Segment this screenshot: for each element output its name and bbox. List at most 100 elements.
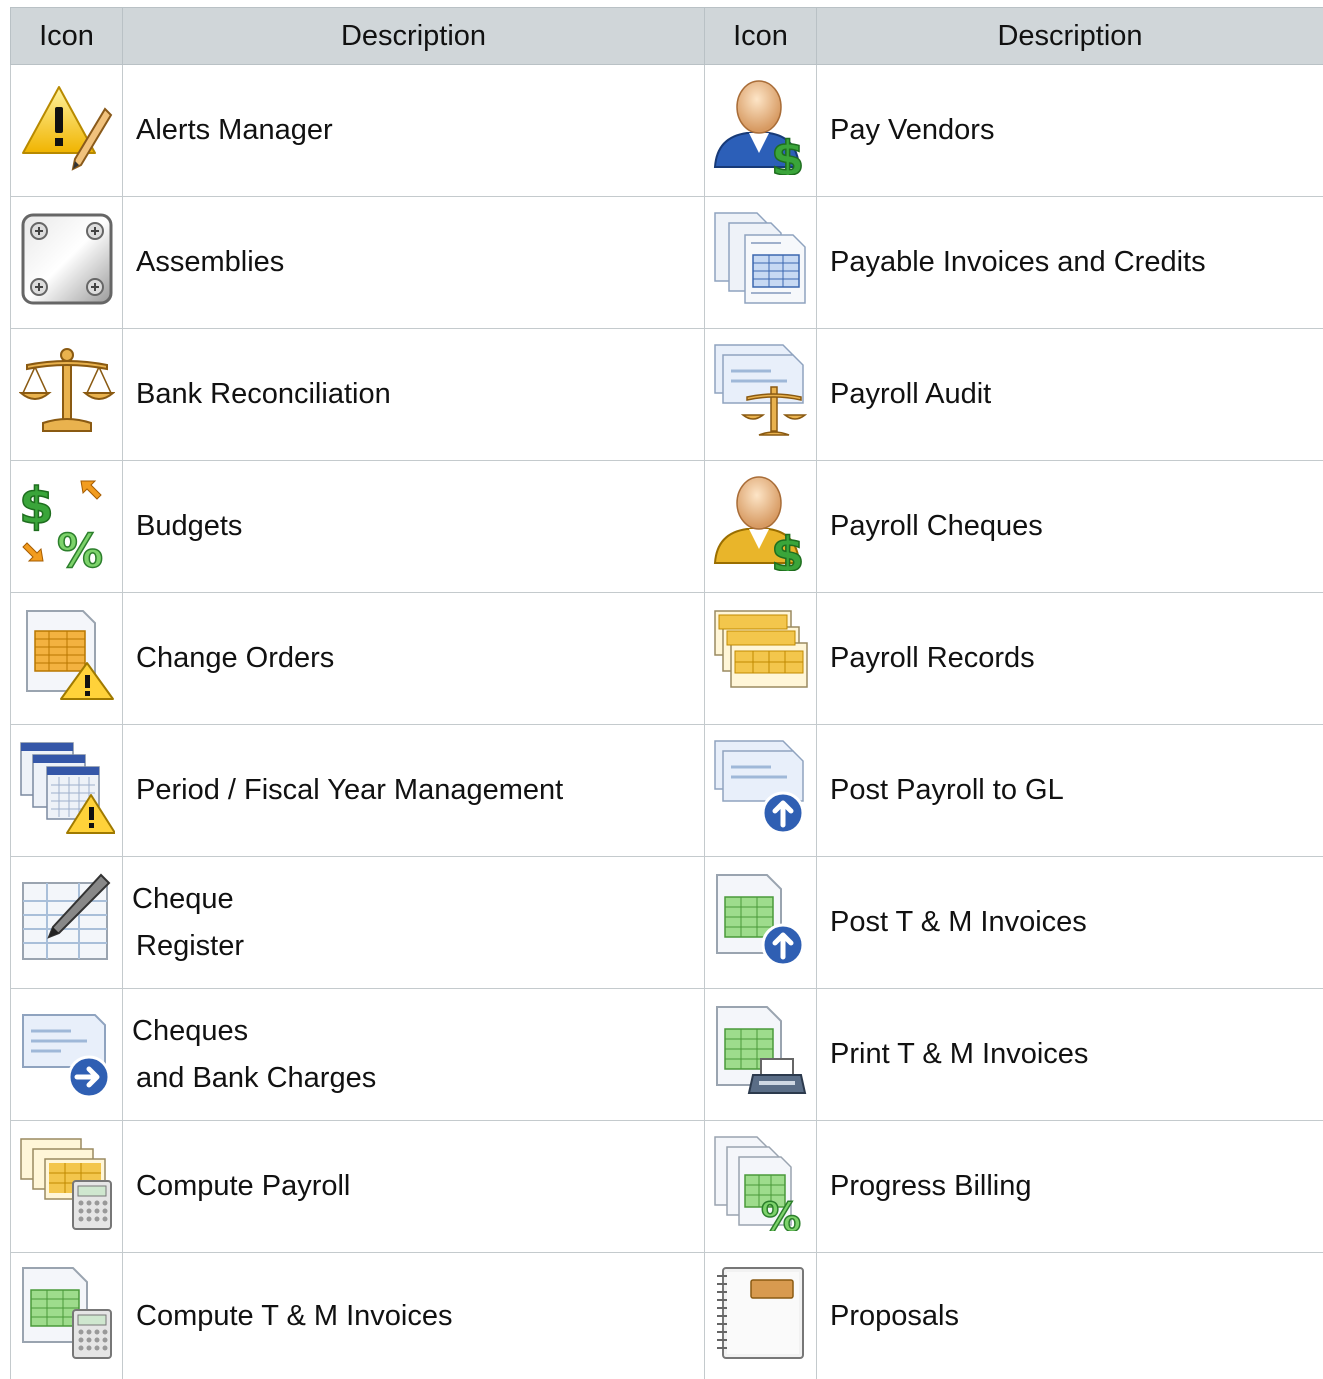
sheet-printer-icon: [713, 1003, 809, 1107]
description-text: Payroll Cheques: [830, 510, 1043, 542]
right-description-cell: Payable Invoices and Credits: [817, 197, 1323, 329]
left-icon-cell: [11, 725, 123, 857]
person-blue-dollar-icon: $: [713, 79, 809, 183]
left-icon-cell: [11, 1121, 123, 1253]
cheques-scales-icon: [713, 343, 809, 447]
svg-text:%: %: [761, 1195, 801, 1231]
right-icon-cell: [705, 329, 817, 461]
left-icon-cell: $ %: [11, 461, 123, 593]
table-row: Alerts Manager $ Pay Vendors: [11, 65, 1323, 197]
left-icon-cell: [11, 593, 123, 725]
left-icon-cell: [11, 329, 123, 461]
dollar-percent-icon: $ %: [19, 475, 115, 579]
left-description-cell: Compute T & M Invoices: [123, 1253, 705, 1379]
right-icon-cell: [705, 197, 817, 329]
svg-text:$: $: [19, 477, 54, 535]
left-icon-cell: [11, 857, 123, 989]
sheet-calculator-icon: [19, 1264, 115, 1368]
table-row: Period / Fiscal Year Management Post Pay…: [11, 725, 1323, 857]
right-description-cell: Payroll Audit: [817, 329, 1323, 461]
table-row: $ % Budgets $ Payroll Cheques: [11, 461, 1323, 593]
register-pen-icon: [19, 871, 115, 975]
description-text: Budgets: [136, 510, 242, 542]
cheques-upload-icon: [713, 739, 809, 843]
description-text: Payroll Audit: [830, 378, 991, 410]
header-description-right: Description: [817, 8, 1323, 65]
svg-text:%: %: [57, 524, 103, 571]
description-text: Post T & M Invoices: [830, 906, 1087, 938]
right-description-cell: Payroll Cheques: [817, 461, 1323, 593]
icon-reference-table: Icon Description Icon Description Alerts…: [10, 7, 1323, 1379]
cheque-arrow-icon: [19, 1003, 115, 1107]
left-icon-cell: [11, 65, 123, 197]
description-text: Cheque: [132, 883, 234, 915]
description-text: Payroll Records: [830, 642, 1035, 674]
description-text: Print T & M Invoices: [830, 1038, 1088, 1070]
description-text: Alerts Manager: [136, 114, 333, 146]
sheet-warning-icon: [19, 607, 115, 711]
right-description-cell: Proposals: [817, 1253, 1323, 1379]
description-text: Compute T & M Invoices: [136, 1300, 452, 1332]
header-icon-left: Icon: [11, 8, 123, 65]
left-description-cell: Cheque Register: [123, 857, 705, 989]
description-text: Cheques: [132, 1015, 248, 1047]
left-description-cell: Assemblies: [123, 197, 705, 329]
svg-text:$: $: [771, 527, 804, 571]
left-icon-cell: [11, 989, 123, 1121]
description-text: Progress Billing: [830, 1170, 1031, 1202]
table-row: Compute T & M Invoices Proposals: [11, 1253, 1323, 1379]
table-row: Bank Reconciliation Payroll Audit: [11, 329, 1323, 461]
right-icon-cell: [705, 1253, 817, 1379]
sheet-upload-icon: [713, 871, 809, 975]
description-text: Register: [132, 930, 244, 962]
left-description-cell: Budgets: [123, 461, 705, 593]
description-text: Period / Fiscal Year Management: [136, 774, 563, 806]
right-icon-cell: %: [705, 1121, 817, 1253]
table-row: Compute Payroll % Progress Billing: [11, 1121, 1323, 1253]
left-description-cell: Cheques and Bank Charges: [123, 989, 705, 1121]
right-icon-cell: $: [705, 65, 817, 197]
right-description-cell: Print T & M Invoices: [817, 989, 1323, 1121]
table-row: Cheque Register Post T & M Invoices: [11, 857, 1323, 989]
table-row: Cheques and Bank Charges Print T & M Invo…: [11, 989, 1323, 1121]
right-description-cell: Pay Vendors: [817, 65, 1323, 197]
table-row: Change Orders Payroll Records: [11, 593, 1323, 725]
svg-text:$: $: [771, 131, 804, 175]
header-description-left: Description: [123, 8, 705, 65]
payroll-records-icon: [713, 607, 809, 711]
sheets-percent-icon: %: [713, 1135, 809, 1239]
header-row: Icon Description Icon Description: [11, 8, 1323, 65]
right-icon-cell: [705, 593, 817, 725]
description-text: Pay Vendors: [830, 114, 994, 146]
description-text: Payable Invoices and Credits: [830, 246, 1206, 278]
calendars-warning-icon: [19, 739, 115, 843]
left-description-cell: Compute Payroll: [123, 1121, 705, 1253]
table-row: Assemblies Payable Invoices and Credits: [11, 197, 1323, 329]
right-icon-cell: [705, 857, 817, 989]
description-text: Proposals: [830, 1300, 959, 1332]
left-description-cell: Period / Fiscal Year Management: [123, 725, 705, 857]
alert-pencil-icon: [19, 79, 115, 183]
right-description-cell: Post T & M Invoices: [817, 857, 1323, 989]
description-text: Assemblies: [136, 246, 284, 278]
notebook-icon: [713, 1264, 809, 1368]
scales-icon: [19, 343, 115, 447]
person-yellow-dollar-icon: $: [713, 475, 809, 579]
invoice-stack-icon: [713, 211, 809, 315]
right-icon-cell: [705, 989, 817, 1121]
description-text: Change Orders: [136, 642, 334, 674]
right-icon-cell: $: [705, 461, 817, 593]
right-icon-cell: [705, 725, 817, 857]
left-icon-cell: [11, 1253, 123, 1379]
steel-plate-icon: [19, 211, 115, 315]
right-description-cell: Progress Billing: [817, 1121, 1323, 1253]
description-text: Post Payroll to GL: [830, 774, 1064, 806]
right-description-cell: Post Payroll to GL: [817, 725, 1323, 857]
description-text: Compute Payroll: [136, 1170, 350, 1202]
left-description-cell: Alerts Manager: [123, 65, 705, 197]
left-icon-cell: [11, 197, 123, 329]
description-text: Bank Reconciliation: [136, 378, 391, 410]
payroll-calculator-icon: [19, 1135, 115, 1239]
header-icon-right: Icon: [705, 8, 817, 65]
description-text: and Bank Charges: [132, 1062, 376, 1094]
